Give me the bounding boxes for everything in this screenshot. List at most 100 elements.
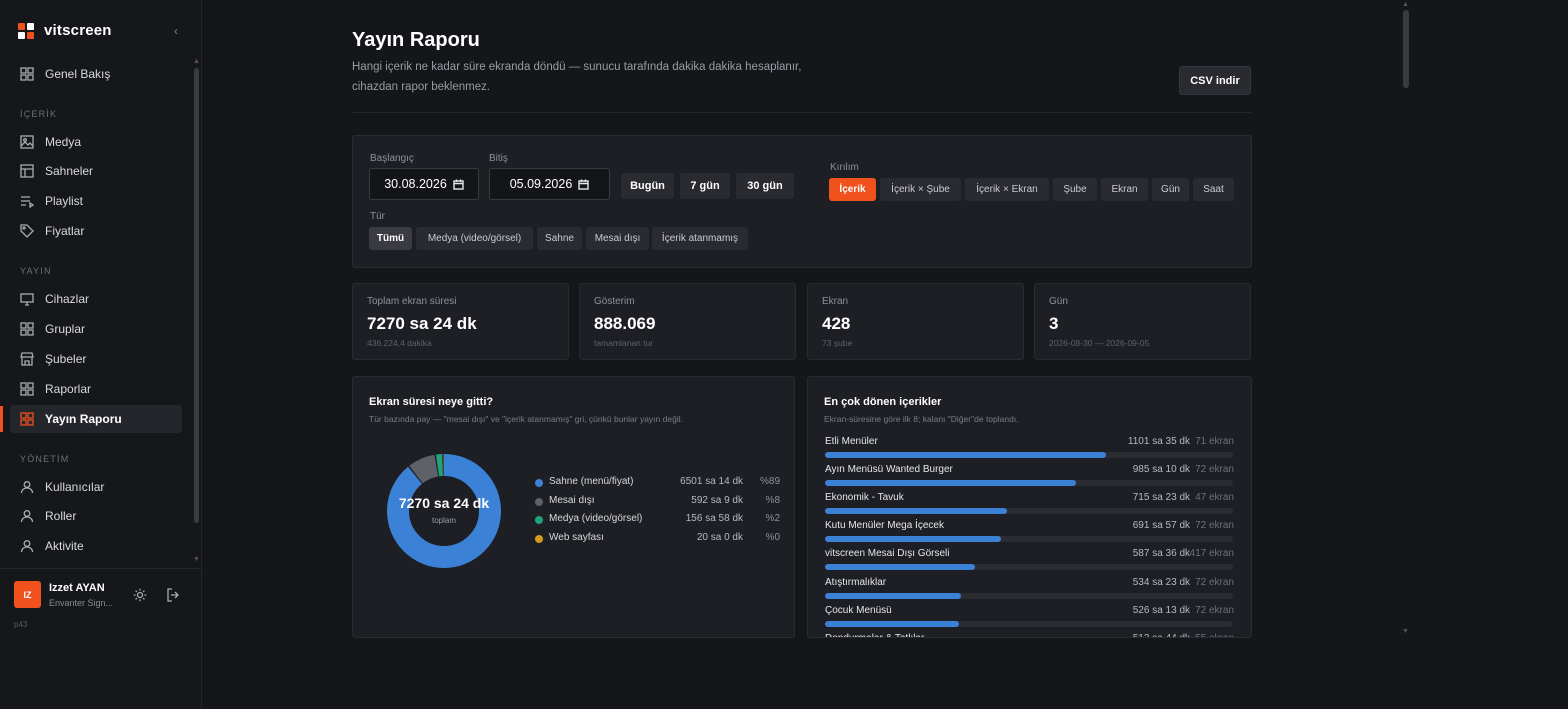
top-content-row[interactable]: Kutu Menüler Mega İçecek 691 sa 57 dk 72 e… (824, 520, 1234, 548)
monitor-icon (20, 293, 34, 306)
breakdown-option-screen[interactable]: Ekran (1101, 178, 1148, 201)
type-option-after-hours[interactable]: Mesai dışı (586, 227, 649, 250)
type-option-unassigned[interactable]: İçerik atanmamış (652, 227, 748, 250)
stat-screens: Ekran 428 73 şube (807, 283, 1024, 360)
top-content-screens: 72 ekran (1195, 576, 1234, 588)
stat-label: Gün (1049, 296, 1068, 307)
section-label-broadcast: YAYIN (20, 266, 52, 276)
donut-center-value: 7270 sa 24 dk (398, 495, 490, 511)
thirty-days-button[interactable]: 30 gün (736, 173, 794, 199)
sidebar-item-activity[interactable]: Aktivite (10, 532, 182, 560)
page-scroll-down-icon[interactable]: ▼ (1402, 628, 1409, 635)
top-content-row[interactable]: Çocuk Menüsü 526 sa 13 dk 72 ekran (824, 605, 1234, 633)
sidebar-item-prices[interactable]: Fiyatlar (10, 217, 182, 245)
top-content-name: Etli Menüler (825, 436, 878, 447)
breakdown-option-branch[interactable]: Şube (1053, 178, 1097, 201)
sidebar-item-devices[interactable]: Cihazlar (10, 285, 182, 313)
sidebar: vitscreen ‹ ▲ ▼ Genel Bakış İÇERİK Medya… (0, 0, 202, 709)
sidebar-item-label: Raporlar (45, 382, 92, 396)
sidebar-item-users[interactable]: Kullanıcılar (10, 473, 182, 501)
sidebar-item-label: Kullanıcılar (45, 480, 105, 494)
start-date-label: Başlangıç (370, 153, 414, 164)
brand[interactable]: vitscreen (18, 22, 112, 39)
nav-scroll-down-icon[interactable]: ▼ (193, 556, 200, 563)
legend-item: Sahne (menü/fiyat) 6501 sa 14 dk %89 (535, 476, 780, 490)
top-content-name: Ayın Menüsü Wanted Burger (825, 464, 953, 476)
top-content-duration: 534 sa 23 dk (1132, 576, 1190, 588)
legend-percent: %89 (759, 476, 780, 487)
sidebar-item-reports[interactable]: Raporlar (10, 375, 182, 403)
sidebar-item-scenes[interactable]: Sahneler (10, 157, 182, 185)
theme-toggle-button[interactable] (133, 588, 149, 604)
legend-dot-icon (535, 516, 543, 524)
type-option-scene[interactable]: Sahne (537, 227, 582, 250)
legend-percent: %0 (765, 531, 780, 543)
breakdown-option-content-branch[interactable]: İçerik × Şube (880, 178, 961, 201)
logout-icon (167, 588, 179, 602)
stat-total-screen-time: Toplam ekran süresi 7270 sa 24 dk 436.22… (352, 283, 569, 360)
top-content-duration: 691 sa 57 dk (1132, 520, 1190, 532)
avatar[interactable]: IZ (14, 581, 41, 608)
end-date-input[interactable]: 05.09.2026 (489, 168, 610, 200)
top-content-name: vitscreen Mesai Dışı Görseli (825, 548, 950, 560)
stat-label: Ekran (822, 296, 849, 307)
top-content-row[interactable]: Dondurmalar & Tatlılar 513 sa 44 dk 55 ekr… (824, 633, 1234, 637)
sidebar-item-branches[interactable]: Şubeler (10, 345, 182, 373)
bar-fill (825, 620, 960, 627)
page-scroll-up-icon[interactable]: ▲ (1402, 1, 1409, 8)
grid-icon (20, 382, 34, 396)
donut-slice[interactable] (387, 454, 501, 568)
page-scrollbar[interactable] (1403, 10, 1409, 88)
top-content-row[interactable]: vitscreen Mesai Dışı Görseli 587 sa 36 dk… (824, 548, 1234, 576)
donut-svg (387, 454, 501, 568)
logout-button[interactable] (166, 588, 182, 604)
store-icon (20, 352, 34, 366)
calendar-icon[interactable] (578, 179, 589, 190)
stat-value: 428 (822, 314, 851, 333)
type-option-media[interactable]: Medya (video/görsel) (416, 227, 533, 250)
sidebar-item-label: Sahneler (45, 164, 94, 178)
breakdown-option-content-screen[interactable]: İçerik × Ekran (965, 178, 1049, 201)
sidebar-item-overview[interactable]: Genel Bakış (10, 60, 182, 88)
seven-days-button[interactable]: 7 gün (680, 173, 730, 199)
sidebar-item-groups[interactable]: Gruplar (10, 315, 182, 343)
type-option-all[interactable]: Tümü (369, 227, 412, 250)
stat-sub: tamamlanan tur (594, 338, 654, 348)
breakdown-option-hour[interactable]: Saat (1193, 178, 1234, 201)
app-root: vitscreen ‹ ▲ ▼ Genel Bakış İÇERİK Medya… (0, 0, 1568, 709)
breakdown-option-day[interactable]: Gün (1152, 178, 1189, 201)
tag-icon (20, 224, 34, 238)
bar-fill (825, 592, 962, 599)
user-org: Envanter Sign... (49, 598, 114, 608)
today-button[interactable]: Bugün (621, 173, 674, 199)
breakdown-label: Kırılım (830, 162, 859, 173)
collapse-sidebar-icon[interactable]: ‹ (170, 24, 182, 38)
stat-days: Gün 3 2026-08-30 — 2026-09-05 (1034, 283, 1251, 360)
donut-center-label: toplam (431, 516, 456, 525)
top-content-row[interactable]: Ayın Menüsü Wanted Burger 985 sa 10 dk 72 … (824, 464, 1234, 492)
start-date-input[interactable]: 30.08.2026 (369, 168, 479, 200)
donut-chart: 7270 sa 24 dk toplam (386, 453, 502, 569)
sidebar-item-roles[interactable]: Roller (10, 502, 182, 530)
sidebar-item-media[interactable]: Medya (10, 128, 182, 156)
version-label: p43 (14, 620, 28, 629)
csv-download-button[interactable]: CSV indir (1179, 66, 1251, 95)
sidebar-item-broadcast-report[interactable]: Yayın Raporu (10, 405, 182, 433)
breakdown-option-content[interactable]: İçerik (829, 178, 876, 201)
bar-track (825, 592, 1233, 599)
nav-scroll-up-icon[interactable]: ▲ (193, 58, 200, 65)
top-content-row[interactable]: Ekonomik - Tavuk 715 sa 23 dk 47 ekran (824, 492, 1234, 520)
image-icon (20, 135, 34, 149)
stat-sub: 73 şube (822, 338, 853, 348)
calendar-icon[interactable] (453, 179, 464, 190)
sidebar-item-playlist[interactable]: Playlist (10, 187, 182, 215)
bar-track (825, 564, 1233, 571)
top-content-name: Ekonomik - Tavuk (825, 492, 904, 504)
top-content-row[interactable]: Etli Menüler 1101 sa 35 dk 71 ekran (824, 436, 1234, 464)
top-content-row[interactable]: Atıştırmalıklar 534 sa 23 dk 72 ekran (824, 577, 1234, 605)
top-content-duration: 985 sa 10 dk (1132, 464, 1190, 476)
top-content-subtitle: Ekran-süresine göre ilk 8; kalanı "Diğer… (824, 414, 1019, 424)
top-content-screens: 71 ekran (1195, 436, 1234, 447)
stat-sub: 436.224,4 dakika (367, 338, 432, 348)
nav-scrollbar[interactable] (194, 68, 199, 523)
